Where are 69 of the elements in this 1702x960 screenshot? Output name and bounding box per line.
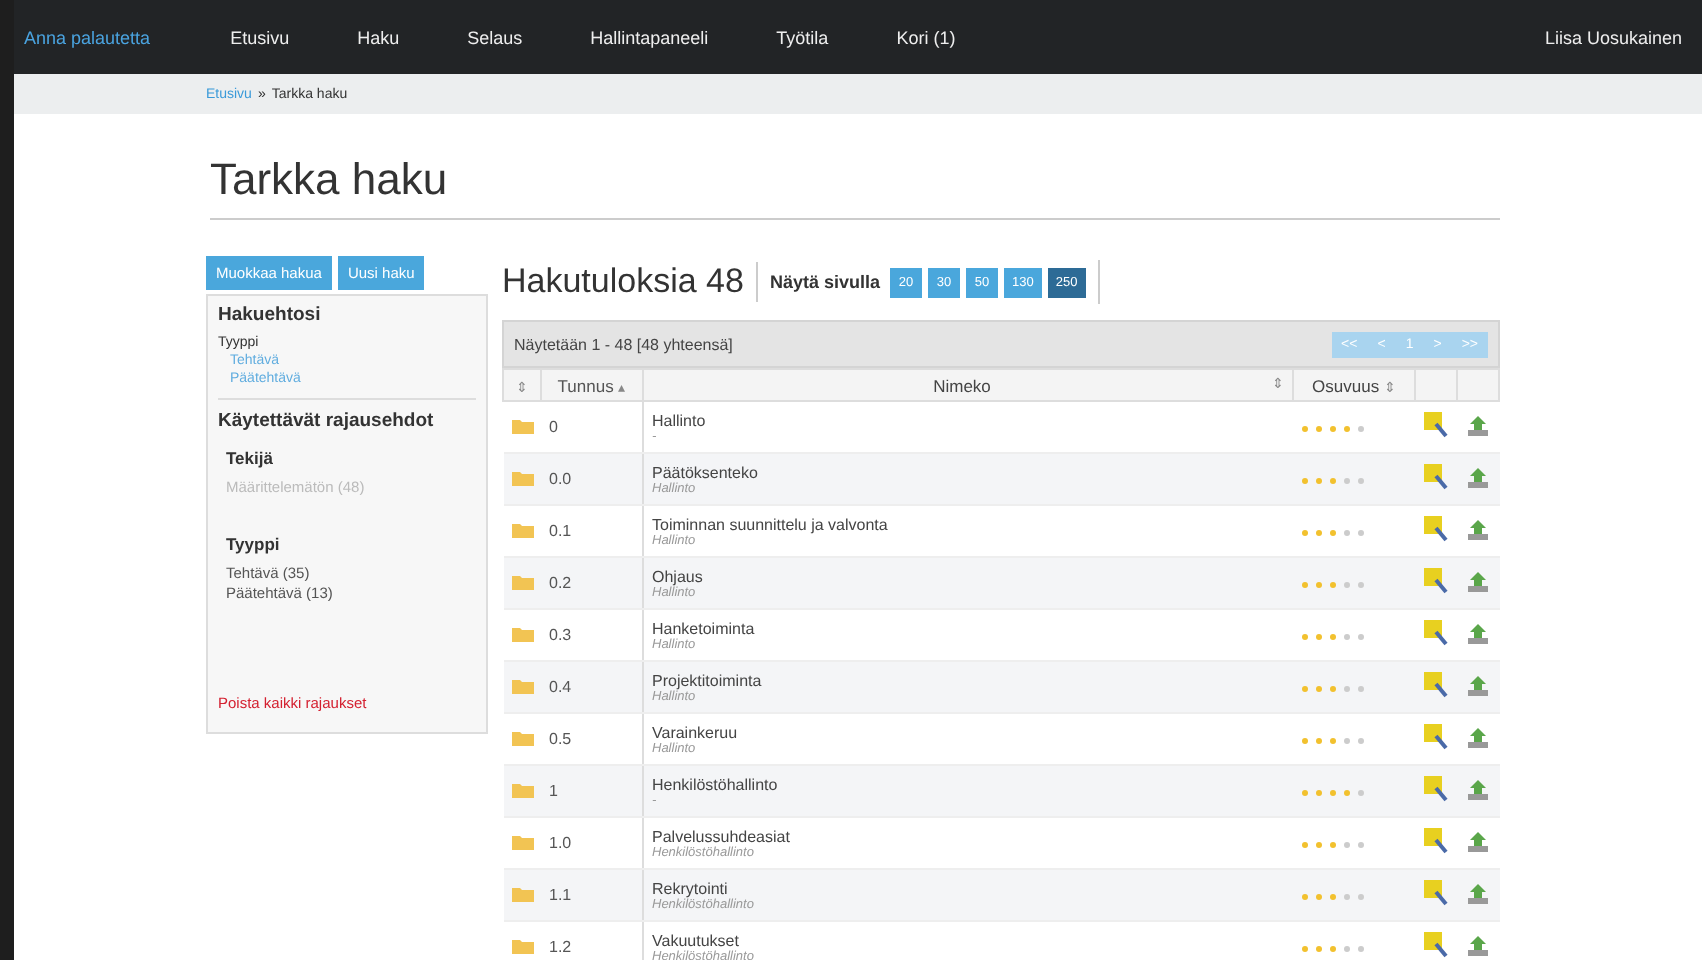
folder-icon bbox=[511, 885, 533, 901]
table-cell: 0.2 bbox=[541, 557, 643, 609]
results-heading: Hakutuloksia 48 bbox=[502, 262, 758, 302]
magnifier-icon[interactable] bbox=[1424, 672, 1448, 698]
download-icon[interactable] bbox=[1466, 413, 1490, 437]
folder-icon bbox=[511, 937, 533, 953]
download-icon[interactable] bbox=[1466, 777, 1490, 801]
nav-item[interactable]: Haku bbox=[357, 27, 400, 47]
table-cell: 1 bbox=[541, 765, 643, 817]
nav-item[interactable]: Työtila bbox=[776, 27, 829, 47]
download-icon[interactable] bbox=[1466, 517, 1490, 541]
magnifier-icon[interactable] bbox=[1424, 724, 1448, 750]
record-title[interactable]: Henkilöstöhallinto bbox=[652, 775, 1285, 793]
download-icon[interactable] bbox=[1466, 621, 1490, 645]
download-icon[interactable] bbox=[1466, 725, 1490, 749]
record-title[interactable]: Päätöksenteko bbox=[652, 463, 1285, 481]
folder-icon bbox=[511, 729, 533, 745]
magnifier-icon[interactable] bbox=[1424, 516, 1448, 542]
per-page-label: Näytä sivulla bbox=[769, 272, 880, 292]
nav-item[interactable]: Kori (1) bbox=[896, 27, 956, 47]
nav-item[interactable]: Hallintapaneeli bbox=[590, 27, 709, 47]
folder-icon bbox=[511, 521, 533, 537]
nav-item[interactable]: Etusivu bbox=[230, 27, 290, 47]
record-title[interactable]: Ohjaus bbox=[652, 567, 1285, 585]
page-title: Tarkka haku bbox=[210, 154, 1500, 220]
download-icon[interactable] bbox=[1466, 673, 1490, 697]
column-header[interactable]: Osuvuus bbox=[1312, 375, 1380, 395]
table-cell: 0.4 bbox=[541, 661, 643, 713]
record-title[interactable]: Toiminnan suunnittelu ja valvonta bbox=[652, 515, 1285, 533]
folder-icon bbox=[511, 677, 533, 693]
record-title[interactable]: Projektitoiminta bbox=[652, 671, 1285, 689]
table-cell: 1.2 bbox=[541, 921, 643, 960]
record-title[interactable]: Varainkeruu bbox=[652, 723, 1285, 741]
download-icon[interactable] bbox=[1466, 881, 1490, 905]
facet-title: Tekijä bbox=[226, 448, 275, 468]
folder-icon bbox=[511, 833, 533, 849]
user-link[interactable]: Liisa Uosukainen bbox=[1544, 27, 1682, 47]
facet-title: Tyyppi bbox=[226, 534, 282, 554]
download-icon[interactable] bbox=[1466, 569, 1490, 593]
magnifier-icon[interactable] bbox=[1424, 412, 1448, 438]
magnifier-icon[interactable] bbox=[1424, 776, 1448, 802]
magnifier-icon[interactable] bbox=[1424, 932, 1448, 958]
record-title[interactable]: Vakuutukset bbox=[652, 931, 1285, 949]
record-title[interactable]: Palvelussuhdeasiat bbox=[652, 827, 1285, 845]
magnifier-icon[interactable] bbox=[1424, 880, 1448, 906]
record-title[interactable]: Hallinto bbox=[652, 411, 1285, 429]
column-header[interactable]: Nimeko bbox=[933, 375, 991, 395]
facets-title: Käytettävät rajausehdot bbox=[218, 410, 436, 432]
download-icon[interactable] bbox=[1466, 933, 1490, 957]
feedback-link[interactable]: Anna palautetta bbox=[24, 27, 151, 47]
download-icon[interactable] bbox=[1466, 829, 1490, 853]
folder-icon bbox=[511, 469, 533, 485]
magnifier-icon[interactable] bbox=[1424, 620, 1448, 646]
magnifier-icon[interactable] bbox=[1424, 568, 1448, 594]
folder-icon bbox=[511, 781, 533, 797]
record-title[interactable]: Rekrytointi bbox=[652, 879, 1285, 897]
nav-item[interactable]: Selaus bbox=[467, 27, 523, 47]
download-icon[interactable] bbox=[1466, 465, 1490, 489]
record-title[interactable]: Hanketoiminta bbox=[652, 619, 1285, 637]
showing-text: Näytetään 1 - 48 [48 yhteensä] bbox=[514, 335, 733, 353]
magnifier-icon[interactable] bbox=[1424, 464, 1448, 490]
table-cell: 1.1 bbox=[541, 869, 643, 921]
folder-icon bbox=[511, 573, 533, 589]
folder-icon bbox=[511, 625, 533, 641]
magnifier-icon[interactable] bbox=[1424, 828, 1448, 854]
table-cell: 0.0 bbox=[541, 453, 643, 505]
column-header[interactable]: Tunnus bbox=[557, 375, 614, 395]
folder-icon bbox=[511, 417, 533, 433]
criteria-title: Hakuehtosi bbox=[218, 304, 323, 326]
